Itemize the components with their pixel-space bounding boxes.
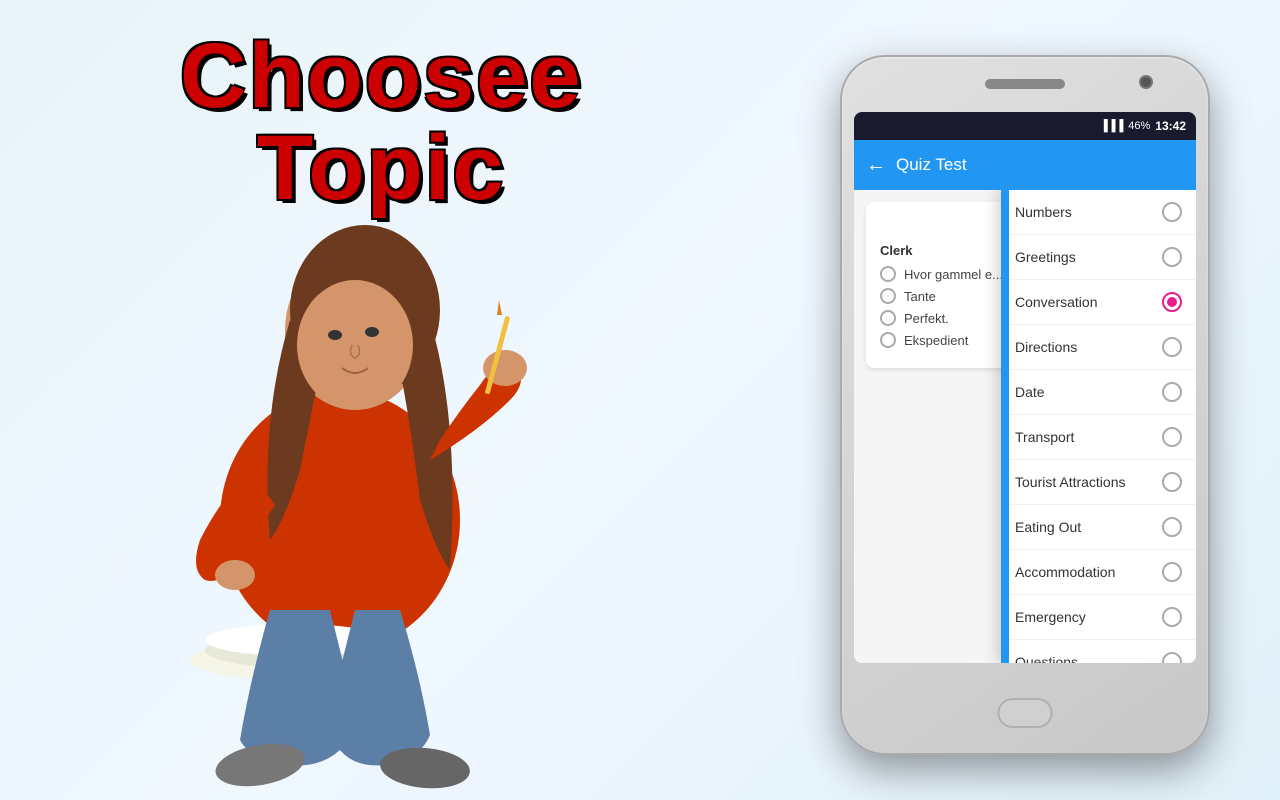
dropdown-item-label-1: Greetings <box>1015 249 1076 265</box>
dropdown-radio-10[interactable] <box>1162 652 1182 663</box>
dropdown-item-8[interactable]: Accommodation <box>1001 550 1196 595</box>
dropdown-item-0[interactable]: Numbers <box>1001 190 1196 235</box>
dropdown-radio-9[interactable] <box>1162 607 1182 627</box>
person-image <box>50 100 630 800</box>
dropdown-radio-7[interactable] <box>1162 517 1182 537</box>
dropdown-radio-6[interactable] <box>1162 472 1182 492</box>
dropdown-item-label-10: Questions <box>1015 654 1078 663</box>
dropdown-radio-5[interactable] <box>1162 427 1182 447</box>
radio-2[interactable] <box>880 310 896 326</box>
signal-icon: ▐▐▐ <box>1100 120 1123 132</box>
dropdown-radio-3[interactable] <box>1162 337 1182 357</box>
option-label-3: Ekspedient <box>904 333 968 348</box>
app-bar: ← Quiz Test <box>854 140 1196 190</box>
status-bar: ▐▐▐ 46% 13:42 <box>854 112 1196 140</box>
option-label-2: Perfekt. <box>904 311 949 326</box>
content-area: Qu... Clerk Hvor gammel e... Tante Perfe… <box>854 190 1196 663</box>
option-label-0: Hvor gammel e... <box>904 267 1003 282</box>
phone-home-button[interactable] <box>998 698 1053 728</box>
dropdown-radio-1[interactable] <box>1162 247 1182 267</box>
radio-0[interactable] <box>880 266 896 282</box>
dropdown-radio-4[interactable] <box>1162 382 1182 402</box>
dropdown-item-4[interactable]: Date <box>1001 370 1196 415</box>
dropdown-item-label-2: Conversation <box>1015 294 1098 310</box>
dropdown-accent-bar <box>1001 190 1009 663</box>
dropdown-item-6[interactable]: Tourist Attractions <box>1001 460 1196 505</box>
app-title: Quiz Test <box>896 155 967 175</box>
dropdown-radio-2[interactable] <box>1162 292 1182 312</box>
dropdown-item-10[interactable]: Questions <box>1001 640 1196 663</box>
topic-dropdown: Numbers Greetings Conversation Directions Da… <box>1001 190 1196 663</box>
dropdown-item-label-3: Directions <box>1015 339 1077 355</box>
option-label-1: Tante <box>904 289 936 304</box>
phone-body: ▐▐▐ 46% 13:42 ← Quiz Test Qu... Clerk Hv… <box>840 55 1210 755</box>
dropdown-item-label-0: Numbers <box>1015 204 1072 220</box>
dropdown-radio-0[interactable] <box>1162 202 1182 222</box>
dropdown-item-label-9: Emergency <box>1015 609 1086 625</box>
battery-indicator: 46% <box>1128 120 1150 132</box>
dropdown-item-3[interactable]: Directions <box>1001 325 1196 370</box>
back-button[interactable]: ← <box>866 154 886 177</box>
dropdown-item-label-4: Date <box>1015 384 1045 400</box>
person-svg <box>90 120 590 800</box>
dropdown-item-label-6: Tourist Attractions <box>1015 474 1126 490</box>
dropdown-item-label-8: Accommodation <box>1015 564 1115 580</box>
phone-screen: ▐▐▐ 46% 13:42 ← Quiz Test Qu... Clerk Hv… <box>854 112 1196 663</box>
phone-container: ▐▐▐ 46% 13:42 ← Quiz Test Qu... Clerk Hv… <box>840 55 1220 775</box>
phone-speaker <box>985 79 1065 89</box>
radio-3[interactable] <box>880 332 896 348</box>
phone-camera <box>1139 75 1153 89</box>
dropdown-item-1[interactable]: Greetings <box>1001 235 1196 280</box>
dropdown-item-7[interactable]: Eating Out <box>1001 505 1196 550</box>
dropdown-item-5[interactable]: Transport <box>1001 415 1196 460</box>
dropdown-item-label-5: Transport <box>1015 429 1074 445</box>
dropdown-item-9[interactable]: Emergency <box>1001 595 1196 640</box>
clock: 13:42 <box>1155 119 1186 133</box>
dropdown-item-label-7: Eating Out <box>1015 519 1081 535</box>
dropdown-radio-8[interactable] <box>1162 562 1182 582</box>
dropdown-item-2[interactable]: Conversation <box>1001 280 1196 325</box>
radio-1[interactable] <box>880 288 896 304</box>
